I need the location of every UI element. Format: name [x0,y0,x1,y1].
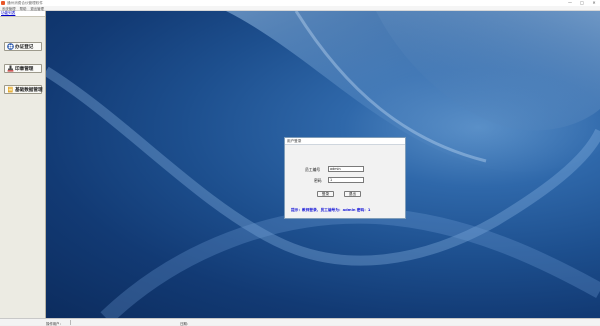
sidebar: 功能列表 办证登记 印章管理 基础数据管理 [0,11,46,318]
stamp-icon [7,65,14,72]
employee-id-label: 员工编号 [305,167,321,172]
menu-exit[interactable]: 退出管理 [30,6,44,11]
password-input[interactable]: 1 [328,177,364,183]
status-divider [70,320,71,325]
window-controls: — □ ✕ [567,1,597,5]
database-icon [7,86,14,93]
exit-button[interactable]: 退出 [344,191,361,197]
status-bar: 操作用户： 日期： [0,318,600,326]
desktop-background: 用户登录 员工编号 admin 密码 1 登录 退出 提示：教师登录，员工编号为… [46,11,600,318]
minimize-button[interactable]: — [567,1,573,5]
dialog-title: 用户登录 [287,138,302,143]
sidebar-header: 功能列表 [0,11,45,17]
maximize-button[interactable]: □ [579,1,585,5]
sidebar-button-registration[interactable]: 办证登记 [4,42,42,51]
app-icon [1,1,5,5]
employee-id-input[interactable]: admin [328,166,364,172]
sidebar-button-label: 基础数据管理 [15,87,43,93]
sidebar-button-basic-data[interactable]: 基础数据管理 [4,85,43,94]
sidebar-button-label: 办证登记 [15,44,34,50]
sidebar-button-seal[interactable]: 印章管理 [4,64,42,73]
sidebar-header-label[interactable]: 功能列表 [1,11,15,16]
people-icon [7,43,14,50]
dialog-title-bar: 用户登录 [285,138,405,145]
login-dialog: 用户登录 员工编号 admin 密码 1 登录 退出 提示：教师登录，员工编号为… [284,137,406,219]
login-button[interactable]: 登录 [317,191,334,197]
sidebar-button-label: 印章管理 [15,66,34,72]
password-label: 密码 [314,178,322,183]
login-hint: 提示：教师登录，员工编号为：admin 密码：1 [291,208,371,212]
menu-system[interactable]: 系统管理 [2,6,16,11]
menu-help[interactable]: 帮助 [20,6,27,11]
close-button[interactable]: ✕ [591,1,597,5]
